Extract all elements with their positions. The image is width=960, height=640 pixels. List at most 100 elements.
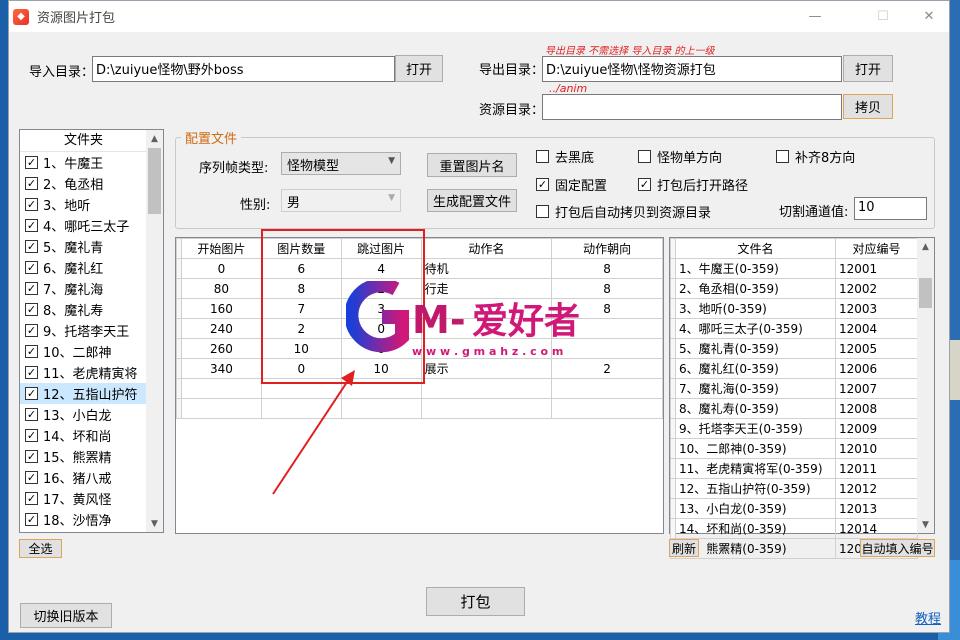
table-row[interactable]: 10、二郎神(0-359) 12010 [670, 438, 918, 459]
folder-list-item[interactable]: ✓ 15、熊罴精 [20, 446, 148, 467]
column-header[interactable]: 动作名 [420, 238, 553, 259]
table-cell[interactable]: 0 [180, 258, 262, 279]
option-fill-8-directions[interactable]: 补齐8方向 [776, 147, 855, 166]
table-cell[interactable]: 7、魔礼海(0-359) [675, 378, 836, 399]
column-header[interactable]: 文件名 [675, 238, 836, 259]
table-cell[interactable]: 9、托塔李天王(0-359) [675, 418, 836, 439]
table-cell[interactable]: 3、地听(0-359) [675, 298, 836, 319]
checkbox-icon[interactable] [536, 205, 549, 218]
checkbox-icon[interactable] [536, 150, 549, 163]
table-row[interactable]: 13、小白龙(0-359) 12013 [670, 498, 918, 519]
scroll-up-icon[interactable]: ▲ [146, 130, 163, 147]
folder-list-item[interactable]: ✓ 13、小白龙 [20, 404, 148, 425]
folder-list-item[interactable]: ✓ 6、魔礼红 [20, 257, 148, 278]
checkbox-icon[interactable]: ✓ [25, 282, 38, 295]
checkbox-icon[interactable]: ✓ [25, 303, 38, 316]
table-cell[interactable]: 260 [180, 338, 262, 359]
checkbox-icon[interactable]: ✓ [25, 156, 38, 169]
checkbox-icon[interactable]: ✓ [25, 492, 38, 505]
table-cell[interactable]: 12010 [835, 438, 918, 459]
table-cell[interactable]: 11、老虎精寅将军(0-359) [675, 458, 836, 479]
folder-list[interactable]: 文件夹 ✓ 1、牛魔王 ✓ 2、龟丞相 ✓ 3、地听 ✓ 4、哪吒三太子 ✓ 5、魔礼青 ✓ 6、魔礼… [19, 129, 164, 533]
table-row[interactable]: 14、坏和尚(0-359) 12014 [670, 518, 918, 539]
folder-list-item[interactable]: ✓ 9、托塔李天王 [20, 320, 148, 341]
switch-old-version-button[interactable]: 切换旧版本 [20, 603, 112, 628]
checkbox-icon[interactable]: ✓ [25, 345, 38, 358]
checkbox-icon[interactable]: ✓ [25, 177, 38, 190]
table-row[interactable]: 3、地听(0-359) 12003 [670, 298, 918, 319]
res-dir-input[interactable] [542, 94, 842, 120]
auto-fill-button[interactable]: 自动填入编号 [860, 539, 935, 557]
checkbox-icon[interactable] [638, 150, 651, 163]
table-cell[interactable]: 12005 [835, 338, 918, 359]
table-cell[interactable] [551, 378, 663, 399]
checkbox-icon[interactable]: ✓ [25, 387, 38, 400]
table-cell[interactable]: 12014 [835, 518, 918, 539]
table-row[interactable]: 7、魔礼海(0-359) 12007 [670, 378, 918, 399]
pack-button[interactable]: 打包 [426, 587, 525, 616]
checkbox-icon[interactable]: ✓ [25, 408, 38, 421]
cut-channel-input[interactable]: 10 [854, 197, 927, 220]
scroll-up-icon[interactable]: ▲ [917, 238, 934, 255]
table-row[interactable]: 8、魔礼寿(0-359) 12008 [670, 398, 918, 419]
folder-list-item[interactable]: ✓ 5、魔礼青 [20, 236, 148, 257]
table-cell[interactable] [551, 398, 663, 419]
table-row[interactable]: 2、龟丞相(0-359) 12002 [670, 278, 918, 299]
folder-list-item[interactable]: ✓ 12、五指山护符 [20, 383, 148, 404]
table-cell[interactable]: 12002 [835, 278, 918, 299]
checkbox-icon[interactable]: ✓ [25, 198, 38, 211]
close-button[interactable]: ✕ [907, 1, 951, 31]
table-row[interactable]: 5、魔礼青(0-359) 12005 [670, 338, 918, 359]
table-cell[interactable]: 80 [180, 278, 262, 299]
checkbox-icon[interactable]: ✓ [25, 219, 38, 232]
table-row[interactable]: 1、牛魔王(0-359) 12001 [670, 258, 918, 279]
table-cell[interactable]: 8 [551, 258, 663, 279]
checkbox-icon[interactable]: ✓ [25, 513, 38, 526]
scrollbar-thumb[interactable] [919, 278, 932, 308]
checkbox-icon[interactable]: ✓ [25, 240, 38, 253]
table-cell[interactable]: 12004 [835, 318, 918, 339]
folder-list-item[interactable]: ✓ 10、二郎神 [20, 341, 148, 362]
seq-type-select[interactable]: 怪物模型 ▼ [281, 152, 401, 175]
export-open-button[interactable]: 打开 [843, 55, 893, 82]
select-all-button[interactable]: 全选 [19, 539, 62, 558]
folder-list-item[interactable]: ✓ 8、魔礼寿 [20, 299, 148, 320]
table-cell[interactable]: 2 [551, 358, 663, 379]
checkbox-icon[interactable]: ✓ [25, 324, 38, 337]
folder-list-item[interactable]: ✓ 18、沙悟净 [20, 509, 148, 530]
table-cell[interactable]: 待机 [420, 258, 553, 279]
folder-list-scrollbar[interactable]: ▲ ▼ [146, 130, 163, 532]
scroll-down-icon[interactable]: ▼ [146, 515, 163, 532]
checkbox-icon[interactable]: ✓ [536, 178, 549, 191]
option-remove-black[interactable]: 去黑底 [536, 147, 594, 166]
table-cell[interactable]: 13、小白龙(0-359) [675, 498, 836, 519]
folder-list-item[interactable]: ✓ 2、龟丞相 [20, 173, 148, 194]
table-cell[interactable] [420, 378, 553, 399]
minimize-button[interactable]: — [793, 1, 837, 31]
table-cell[interactable]: 12、五指山护符(0-359) [675, 478, 836, 499]
table-cell[interactable]: 6、魔礼红(0-359) [675, 358, 836, 379]
table-cell[interactable]: 1、牛魔王(0-359) [675, 258, 836, 279]
table-cell[interactable]: 340 [180, 358, 262, 379]
checkbox-icon[interactable] [776, 150, 789, 163]
table-cell[interactable]: 12007 [835, 378, 918, 399]
table-cell[interactable]: 展示 [420, 358, 553, 379]
table-row-empty[interactable] [176, 398, 663, 419]
table-row[interactable]: 12、五指山护符(0-359) 12012 [670, 478, 918, 499]
table-cell[interactable]: 160 [180, 298, 262, 319]
folder-list-item[interactable]: ✓ 1、牛魔王 [20, 152, 148, 173]
gender-select[interactable]: 男 ▼ [281, 189, 401, 212]
folder-list-item[interactable]: ✓ 7、魔礼海 [20, 278, 148, 299]
checkbox-icon[interactable]: ✓ [25, 429, 38, 442]
column-header[interactable]: 动作朝向 [551, 238, 663, 259]
folder-list-item[interactable]: ✓ 14、坏和尚 [20, 425, 148, 446]
import-open-button[interactable]: 打开 [395, 55, 443, 82]
generate-config-button[interactable]: 生成配置文件 [427, 189, 517, 212]
table-cell[interactable]: 12013 [835, 498, 918, 519]
table-cell[interactable]: 4、哪吒三太子(0-359) [675, 318, 836, 339]
table-cell[interactable]: 12001 [835, 258, 918, 279]
folder-list-item[interactable]: ✓ 3、地听 [20, 194, 148, 215]
table-row[interactable]: 11、老虎精寅将军(0-359) 12011 [670, 458, 918, 479]
column-header[interactable]: 开始图片 [180, 238, 262, 259]
tutorial-link[interactable]: 教程 [915, 608, 941, 627]
